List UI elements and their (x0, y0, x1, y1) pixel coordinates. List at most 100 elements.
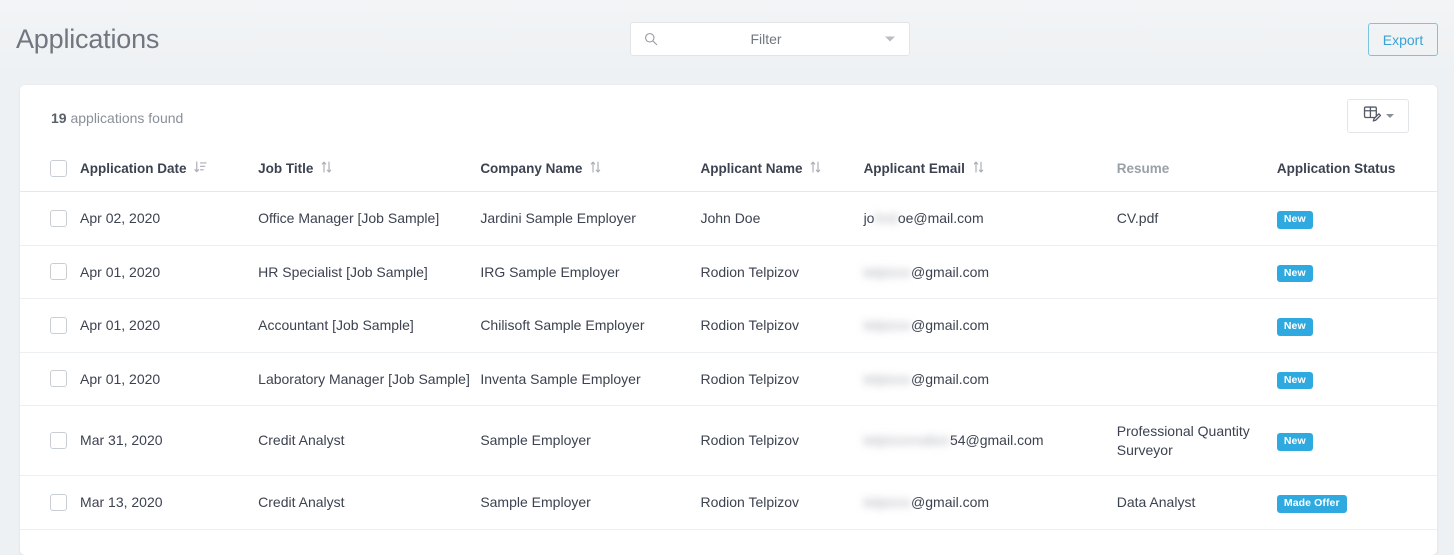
cell-applicant: Rodion Telpizov (700, 352, 864, 407)
row-checkbox[interactable] (50, 209, 67, 227)
column-label-resume: Resume (1116, 161, 1170, 176)
column-header-company-name[interactable]: Company Name (480, 150, 700, 192)
cell-job[interactable]: Laboratory Manager [Job Sample] (258, 352, 481, 407)
cell-job[interactable]: Credit Analyst (258, 405, 481, 477)
status-badge: New (1276, 264, 1313, 283)
applications-card: 19 applications found Application Date J… (20, 85, 1437, 555)
table-row[interactable]: Apr 01, 2020 Laboratory Manager [Job Samp… (20, 352, 1437, 407)
row-checkbox[interactable] (50, 316, 67, 334)
cell-job[interactable]: Credit Analyst (258, 475, 481, 530)
column-label-application-date: Application Date (80, 161, 187, 176)
column-header-application-date[interactable]: Application Date (80, 150, 258, 192)
status-badge: Made Offer (1276, 495, 1347, 513)
column-settings-button[interactable] (1347, 99, 1409, 133)
cell-applicant: Rodion Telpizov (700, 245, 864, 300)
column-header-applicant-name[interactable]: Applicant Name (700, 150, 863, 192)
cell-application-status: Made Offer (1276, 475, 1437, 530)
cell-application-status: New (1276, 352, 1437, 407)
cell-applicant-email: telpizov@gmail.com (863, 298, 1117, 353)
status-badge: New (1276, 371, 1313, 390)
cell-job[interactable]: HR Specialist [Job Sample] (258, 245, 481, 300)
email-visible-segment: @gmail.com (911, 370, 990, 387)
status-badge: New (1276, 433, 1313, 451)
column-label-application-status: Application Status (1276, 161, 1396, 176)
sort-both-icon[interactable] (320, 160, 333, 177)
cell-date: Apr 01, 2020 (80, 245, 259, 300)
column-label-applicant-email: Applicant Email (863, 161, 965, 176)
cell-resume[interactable]: Data Analyst (1116, 475, 1277, 530)
row-select-cell (20, 191, 81, 246)
cell-applicant: Rodion Telpizov (700, 475, 864, 530)
cell-applicant: Rodion Telpizov (700, 298, 864, 353)
results-count-number: 19 (51, 109, 67, 126)
cell-date: Apr 01, 2020 (80, 298, 259, 353)
filter-box[interactable]: Filter (630, 22, 910, 56)
row-select-cell (20, 245, 81, 300)
email-visible-segment: @gmail.com (911, 494, 990, 511)
row-select-cell (20, 475, 81, 530)
email-redacted-segment: telpizov (863, 317, 912, 334)
cell-company: IRG Sample Employer (480, 245, 701, 300)
sort-both-icon[interactable] (809, 160, 822, 177)
email-redacted-segment: telpizovrodion (863, 432, 950, 449)
email-prefix: jo (863, 210, 875, 227)
cell-applicant-email: telpizov@gmail.com (863, 245, 1117, 300)
row-select-cell (20, 298, 81, 353)
status-badge: New (1276, 211, 1313, 229)
cell-application-status: New (1276, 298, 1437, 353)
cell-resume (1116, 352, 1277, 407)
column-label-applicant-name: Applicant Name (700, 161, 803, 176)
cell-application-status: New (1276, 405, 1437, 477)
email-redacted-segment: telpizov (863, 370, 912, 387)
cell-resume (1116, 245, 1277, 300)
email-visible-segment: @gmail.com (911, 317, 990, 334)
row-checkbox[interactable] (50, 432, 67, 450)
sort-descending-icon[interactable] (193, 160, 207, 177)
cell-application-status: New (1276, 191, 1437, 246)
table-body: Apr 02, 2020 Office Manager [Job Sample] J… (20, 191, 1437, 530)
row-checkbox[interactable] (50, 263, 67, 281)
column-label-job-title: Job Title (258, 161, 314, 176)
cell-date: Mar 31, 2020 (80, 405, 259, 477)
cell-applicant: Rodion Telpizov (700, 405, 864, 477)
email-redacted-segment: telpizov (863, 494, 912, 511)
cell-resume (1116, 298, 1277, 353)
status-badge: New (1276, 318, 1313, 336)
top-bar: Applications Filter Export (0, 0, 1454, 78)
cell-company: Jardini Sample Employer (480, 191, 701, 246)
email-visible-segment: oe@mail.com (897, 210, 984, 227)
applications-table: Application Date Job Title Company Name … (20, 150, 1437, 530)
chevron-down-icon[interactable] (1385, 114, 1394, 118)
cell-application-status: New (1276, 245, 1437, 300)
column-header-applicant-email[interactable]: Applicant Email (864, 150, 1117, 192)
select-all-checkbox[interactable] (50, 160, 67, 177)
cell-resume[interactable]: Professional Quantity Surveyor (1116, 405, 1277, 477)
cell-applicant-email: telpizovrodion54@gmail.com (863, 405, 1117, 477)
chevron-down-icon[interactable] (885, 36, 895, 42)
email-redacted-segment: hnd (874, 210, 898, 227)
table-row[interactable]: Apr 02, 2020 Office Manager [Job Sample] J… (20, 191, 1437, 246)
sort-both-icon[interactable] (589, 160, 602, 177)
cell-job[interactable]: Accountant [Job Sample] (258, 298, 481, 353)
row-checkbox[interactable] (50, 493, 67, 511)
cell-applicant-email: johndoe@mail.com (863, 191, 1117, 246)
email-visible-segment: 54@gmail.com (949, 432, 1044, 449)
table-row[interactable]: Apr 01, 2020 HR Specialist [Job Sample] IR… (20, 245, 1437, 300)
table-edit-icon (1363, 104, 1382, 128)
cell-company: Chilisoft Sample Employer (480, 298, 701, 353)
column-header-job-title[interactable]: Job Title (258, 150, 480, 192)
cell-applicant-email: telpizov@gmail.com (863, 352, 1117, 407)
email-visible-segment: @gmail.com (911, 263, 990, 280)
cell-date: Apr 01, 2020 (80, 352, 259, 407)
table-row[interactable]: Mar 13, 2020 Credit Analyst Sample Employe… (20, 475, 1437, 530)
sort-both-icon[interactable] (972, 160, 985, 177)
cell-company: Sample Employer (480, 405, 701, 477)
table-row[interactable]: Mar 31, 2020 Credit Analyst Sample Employe… (20, 405, 1437, 477)
row-checkbox[interactable] (50, 370, 67, 388)
cell-resume[interactable]: CV.pdf (1116, 191, 1277, 246)
page-title: Applications (16, 23, 160, 54)
table-row[interactable]: Apr 01, 2020 Accountant [Job Sample] Chili… (20, 298, 1437, 353)
export-button[interactable]: Export (1368, 23, 1438, 56)
filter-control[interactable]: Filter (630, 22, 910, 56)
cell-job[interactable]: Office Manager [Job Sample] (258, 191, 481, 246)
